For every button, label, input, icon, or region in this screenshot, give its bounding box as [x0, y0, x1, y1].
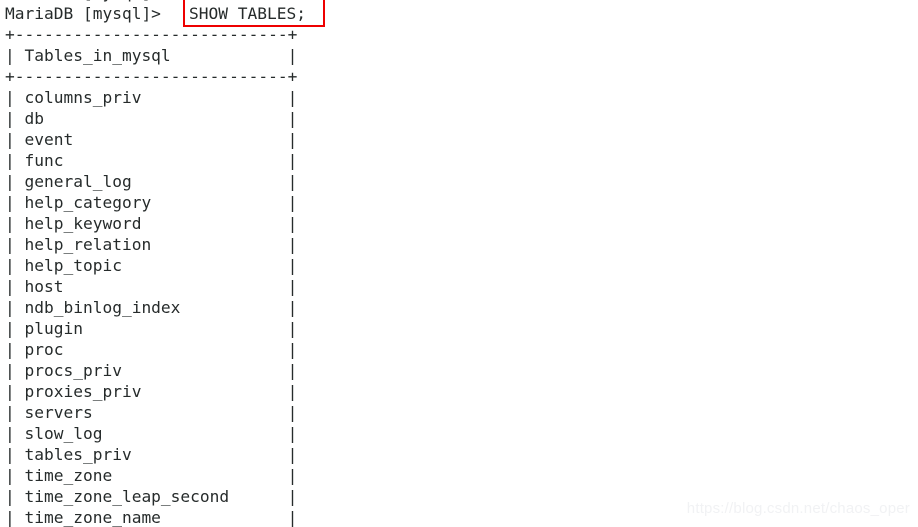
table-row: | proxies_priv | — [5, 382, 298, 401]
table-row: | help_category | — [5, 193, 298, 212]
table-row: | tables_priv | — [5, 445, 298, 464]
table-row: | help_topic | — [5, 256, 298, 275]
table-row: | columns_priv | — [5, 88, 298, 107]
table-border-mid: +----------------------------+ — [5, 67, 298, 86]
table-border-top: +----------------------------+ — [5, 25, 298, 44]
table-row: | host | — [5, 277, 298, 296]
table-row: | general_log | — [5, 172, 298, 191]
table-row: | help_relation | — [5, 235, 298, 254]
table-row: | time_zone_name | — [5, 508, 298, 527]
table-row: | plugin | — [5, 319, 298, 338]
table-row: | time_zone_leap_second | — [5, 487, 298, 506]
terminal-output-pane[interactable]: MariaDB [mysql]> MariaDB [mysql]> SHOW T… — [0, 0, 918, 527]
table-row: | proc | — [5, 340, 298, 359]
table-row: | func | — [5, 151, 298, 170]
table-row: | ndb_binlog_index | — [5, 298, 298, 317]
table-row: | servers | — [5, 403, 298, 422]
table-row: | time_zone | — [5, 466, 298, 485]
table-row: | help_keyword | — [5, 214, 298, 233]
typed-command[interactable]: SHOW TABLES; — [189, 3, 306, 24]
table-header-row: | Tables_in_mysql | — [5, 46, 298, 65]
table-row: | db | — [5, 109, 298, 128]
table-row: | event | — [5, 130, 298, 149]
table-row: | procs_priv | — [5, 361, 298, 380]
table-row: | slow_log | — [5, 424, 298, 443]
shell-prompt: MariaDB [mysql]> — [5, 4, 171, 23]
watermark-text: https://blog.csdn.net/chaos_oper — [686, 500, 910, 517]
